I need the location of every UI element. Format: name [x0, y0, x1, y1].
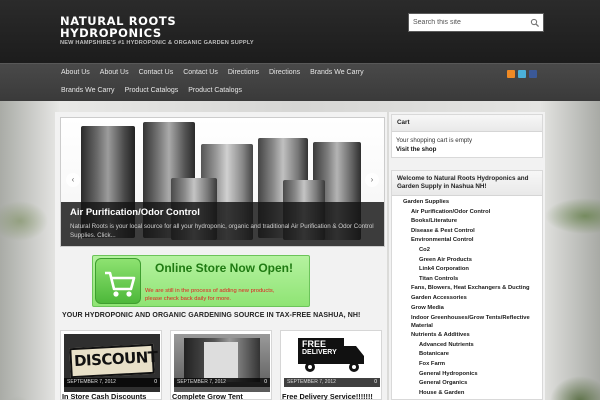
store-banner-line-2: please check back daily for more. [145, 296, 232, 302]
slide-caption: Air Purification/Odor Control Natural Ro… [61, 202, 384, 246]
nav-item-contact-us[interactable]: Contact Us [178, 64, 223, 82]
category-item[interactable]: Books/Literature [392, 217, 542, 227]
section-heading: YOUR HYDROPONIC AND ORGANIC GARDENING SO… [62, 312, 361, 319]
search-box [408, 13, 544, 32]
post-comment-count[interactable]: 0 [154, 378, 157, 387]
nav-item-product-catalogs[interactable]: Product Catalogs [120, 82, 184, 100]
post-meta: SEPTEMBER 7, 2012 0 [64, 378, 160, 387]
nav-menu: About Us About Us Contact Us Contact Us Dire… [56, 64, 406, 100]
delivery-thumb-text-2: DELIVERY [302, 349, 337, 356]
delivery-truck-icon [298, 338, 364, 372]
post-meta: SEPTEMBER 7, 2012 0 [284, 378, 380, 387]
online-store-banner[interactable]: Online Store Now Open! We are still in t… [92, 255, 310, 307]
category-item[interactable]: Fox Farm [392, 360, 542, 370]
category-item[interactable]: Green Air Products [392, 256, 542, 266]
post-card[interactable]: SEPTEMBER 7, 2012 0 [170, 330, 272, 400]
nav-item-about-us[interactable]: About Us [95, 64, 134, 82]
category-list: Garden Supplies Air Purification/Odor Con… [392, 196, 542, 399]
category-item[interactable]: Botanicare [392, 350, 542, 360]
nav-item-directions[interactable]: Directions [264, 64, 305, 82]
categories-widget-title: Welcome to Natural Roots Hydroponics and… [392, 171, 542, 196]
post-title[interactable]: In Store Cash Discounts [62, 392, 146, 400]
post-date: SEPTEMBER 7, 2012 [287, 379, 336, 385]
store-banner-text: We are still in the process of adding ne… [145, 287, 274, 303]
site-tagline: NEW HAMPSHIRE'S #1 HYDROPONIC & ORGANIC … [60, 40, 254, 46]
search-input[interactable] [409, 14, 527, 31]
shopping-cart-icon [95, 258, 141, 304]
slide-excerpt: Natural Roots is your local source for a… [70, 223, 374, 239]
category-item[interactable]: Garden Accessories [392, 294, 542, 304]
site-title[interactable]: NATURAL ROOTS HYDROPONICS [60, 15, 210, 39]
post-card[interactable]: DISCOUNT SEPTEMBER 7, 2012 0 [60, 330, 162, 400]
category-item[interactable]: Environmental Control [392, 236, 542, 246]
nav-item-brands-we-carry[interactable]: Brands We Carry [56, 82, 120, 100]
featured-slider[interactable]: ‹ › Air Purification/Odor Control Natura… [60, 117, 385, 247]
twitter-icon[interactable] [518, 70, 526, 78]
nav-item-brands-we-carry[interactable]: Brands We Carry [305, 64, 369, 82]
store-banner-title: Online Store Now Open! [155, 261, 294, 275]
post-comment-count[interactable]: 0 [264, 378, 267, 387]
category-item[interactable]: Garden Supplies [392, 198, 542, 208]
site-header: NATURAL ROOTS HYDROPONICS NEW HAMPSHIRE'… [0, 0, 600, 63]
nav-item-contact-us[interactable]: Contact Us [134, 64, 179, 82]
category-item[interactable]: Disease & Pest Control [392, 227, 542, 237]
cart-empty-text: Your shopping cart is empty [396, 137, 473, 144]
category-item[interactable]: Advanced Nutrients [392, 341, 542, 351]
category-item[interactable]: House & Garden [392, 389, 542, 399]
search-icon[interactable] [530, 18, 540, 28]
main-nav: About Us About Us Contact Us Contact Us Dire… [0, 63, 600, 101]
post-comment-count[interactable]: 0 [374, 378, 377, 387]
cart-widget-title: Cart [392, 115, 542, 132]
category-item[interactable]: Link4 Corporation [392, 265, 542, 275]
cart-widget: Cart Your shopping cart is empty Visit t… [391, 114, 543, 158]
post-date: SEPTEMBER 7, 2012 [177, 379, 226, 385]
category-item[interactable]: Titan Controls [392, 275, 542, 285]
categories-widget: Welcome to Natural Roots Hydroponics and… [391, 170, 543, 400]
store-banner-line-1: We are still in the process of adding ne… [145, 288, 275, 294]
category-item[interactable]: Indoor Greenhouses/Grow Tents/Reflective… [392, 313, 542, 331]
category-item[interactable]: General Organics [392, 379, 542, 389]
facebook-icon[interactable] [529, 70, 537, 78]
slider-next-button[interactable]: › [365, 173, 379, 187]
category-item[interactable]: Nutrients & Additives [392, 331, 542, 341]
slide-title[interactable]: Air Purification/Odor Control [70, 207, 200, 218]
category-item[interactable]: Grow Media [392, 304, 542, 314]
rss-icon[interactable] [507, 70, 515, 78]
post-title[interactable]: Free Delivery Service!!!!!!! [282, 392, 373, 400]
post-title[interactable]: Complete Grow Tent [172, 392, 243, 400]
social-links [507, 70, 537, 78]
visit-shop-link[interactable]: Visit the shop [396, 146, 436, 153]
delivery-thumb-text-1: FREE [302, 339, 327, 349]
post-meta: SEPTEMBER 7, 2012 0 [174, 378, 270, 387]
category-item[interactable]: Fans, Blowers, Heat Exchangers & Ducting [392, 284, 542, 294]
slider-prev-button[interactable]: ‹ [66, 173, 80, 187]
post-card[interactable]: FREE DELIVERY SEPTEMBER 7, 2012 0 [280, 330, 382, 400]
category-item[interactable]: Co2 [392, 246, 542, 256]
nav-item-directions[interactable]: Directions [223, 64, 264, 82]
post-date: SEPTEMBER 7, 2012 [67, 379, 116, 385]
category-item[interactable]: Air Purification/Odor Control [392, 208, 542, 218]
nav-item-product-catalogs[interactable]: Product Catalogs [183, 82, 247, 100]
category-item[interactable]: General Hydroponics [392, 370, 542, 380]
nav-item-about-us[interactable]: About Us [56, 64, 95, 82]
